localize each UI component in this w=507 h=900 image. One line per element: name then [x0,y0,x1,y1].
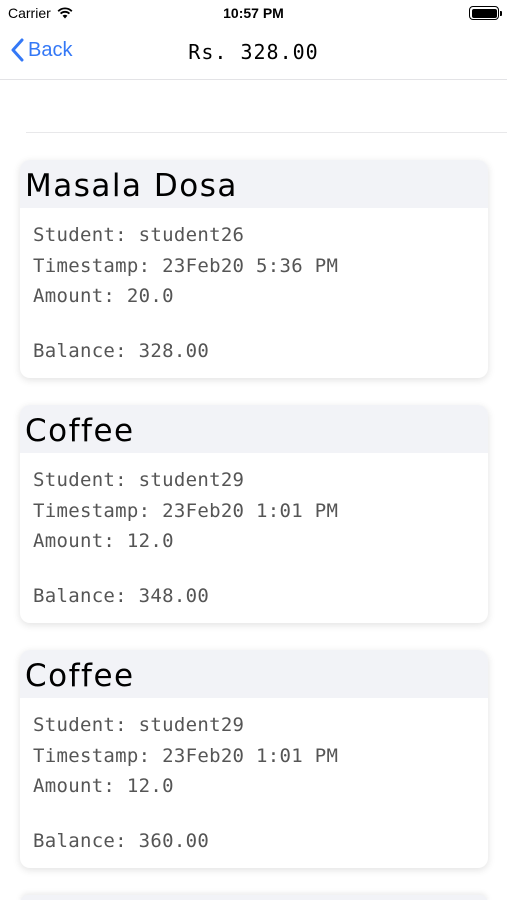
amount-label: Amount: 12.0 [33,775,174,797]
student-label: Student: student29 [33,714,245,736]
transaction-card[interactable]: Masala Dosa Student: student26 Timestamp… [20,160,488,378]
card-body: Student: student26 Timestamp: 23Feb20 5:… [20,208,488,366]
next-card-edge [20,895,488,900]
item-title: Masala Dosa [25,168,238,204]
card-header: Coffee [20,405,488,453]
card-header: Coffee [20,650,488,698]
student-label: Student: student29 [33,469,245,491]
divider [26,132,507,133]
navigation-bar: Back Rs. 328.00 [0,28,507,80]
timestamp-label: Timestamp: 23Feb20 5:36 PM [33,254,339,277]
transaction-card[interactable]: Coffee Student: student29 Timestamp: 23F… [20,405,488,623]
transaction-card[interactable]: Coffee Student: student29 Timestamp: 23F… [20,650,488,868]
card-body: Student: student29 Timestamp: 23Feb20 1:… [20,698,488,856]
timestamp-label: Timestamp: 23Feb20 1:01 PM [33,499,339,522]
page-title: Rs. 328.00 [188,40,319,64]
balance-label: Balance: 348.00 [33,584,210,607]
item-title: Coffee [25,658,135,694]
clock: 10:57 PM [223,5,284,21]
student-label: Student: student26 [33,224,245,246]
status-bar: Carrier 10:57 PM [0,0,507,28]
timestamp-label: Timestamp: 23Feb20 1:01 PM [33,744,339,767]
amount-label: Amount: 20.0 [33,285,174,307]
balance-label: Balance: 360.00 [33,829,210,852]
balance-label: Balance: 328.00 [33,339,210,362]
battery-icon [469,6,502,20]
card-body: Student: student29 Timestamp: 23Feb20 1:… [20,453,488,611]
card-header: Masala Dosa [20,160,488,208]
item-title: Coffee [25,413,135,449]
transaction-list: Masala Dosa Student: student26 Timestamp… [20,160,488,895]
amount-label: Amount: 12.0 [33,530,174,552]
